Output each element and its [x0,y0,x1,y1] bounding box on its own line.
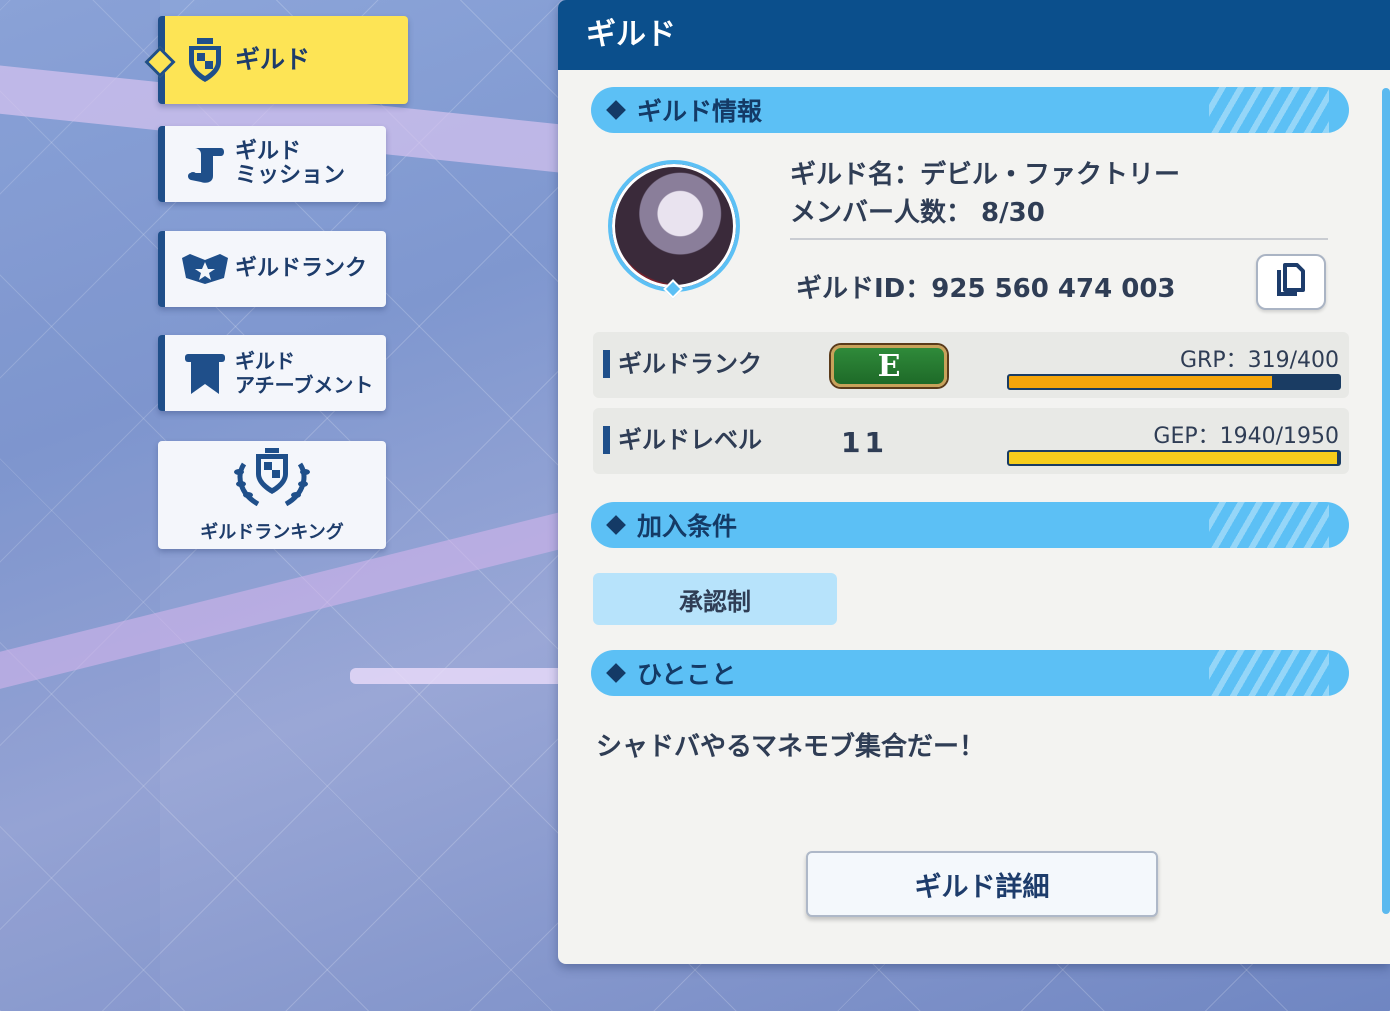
guild-rank-row: ギルドランク E GRP：319/400 [593,332,1349,398]
divider [790,238,1328,240]
diamond-icon [606,100,626,120]
gep-caption: GEP：1940/1950 [1153,424,1339,449]
scrollbar[interactable] [1382,88,1390,914]
scroll-icon [179,138,231,190]
guild-name: ギルド名：デビル・ファクトリー [790,160,1181,190]
guild-panel: ギルド ギルド情報 ギルド名：デビル・ファクトリー メンバー人数： 8/30 ギ… [558,0,1390,964]
nav-guild-button[interactable]: ギルド [158,16,408,104]
banner-icon [179,347,231,399]
guild-id: ギルドID：925 560 474 003 [796,274,1176,304]
member-count: メンバー人数： 8/30 [790,198,1045,228]
stripe-decoration [1209,650,1329,696]
grp-progress-bar [1007,374,1341,390]
nav-guild-mission-label: ギルド ミッション [235,139,346,188]
section-comment: ひとこと [591,650,1349,696]
grp-progress-fill [1009,376,1273,388]
nav-guild-rank-button[interactable]: ギルドランク [158,231,386,307]
nav-guild-achievement-button[interactable]: ギルド アチーブメント [158,335,386,411]
section-guild-info-title: ギルド情報 [637,97,763,126]
diamond-icon [606,663,626,683]
section-join-conditions: 加入条件 [591,502,1349,548]
nav-guild-label: ギルド [235,45,311,74]
diamond-icon [606,515,626,535]
guild-level-label: ギルドレベル [603,426,762,454]
section-guild-info: ギルド情報 [591,87,1349,133]
copy-id-button[interactable] [1256,254,1326,310]
guild-rank-label: ギルドランク [603,350,762,378]
nav-guild-ranking-label: ギルドランキング [200,522,344,543]
nav-guild-rank-label: ギルドランク [235,256,368,281]
background-shade [0,0,160,1011]
comment-text: シャドバやるマネモブ集合だー！ [596,732,985,762]
gep-progress-fill [1009,452,1338,464]
stripe-decoration [1209,87,1329,133]
shield-icon [179,34,231,86]
rank-badge: E [831,345,947,387]
rank-emblem-icon [179,243,231,295]
section-join-title: 加入条件 [637,512,738,541]
section-comment-title: ひとこと [637,660,737,689]
join-condition-chip: 承認制 [593,573,837,625]
guild-detail-button[interactable]: ギルド詳細 [806,851,1158,917]
laurel-shield-icon [230,446,314,514]
stripe-decoration [1209,502,1329,548]
panel-title: ギルド [558,0,1390,70]
guild-level-row: ギルドレベル 11 GEP：1940/1950 [593,408,1349,474]
nav-guild-achievement-label: ギルド アチーブメント [235,349,374,397]
grp-caption: GRP：319/400 [1180,348,1339,373]
nav-guild-mission-button[interactable]: ギルド ミッション [158,126,386,202]
nav-guild-ranking-button[interactable]: ギルドランキング [158,441,386,549]
guild-level-value: 11 [841,426,888,459]
background-beam [350,668,570,684]
gep-progress-bar [1007,450,1341,466]
avatar[interactable] [608,160,740,292]
copy-icon [1275,262,1307,302]
